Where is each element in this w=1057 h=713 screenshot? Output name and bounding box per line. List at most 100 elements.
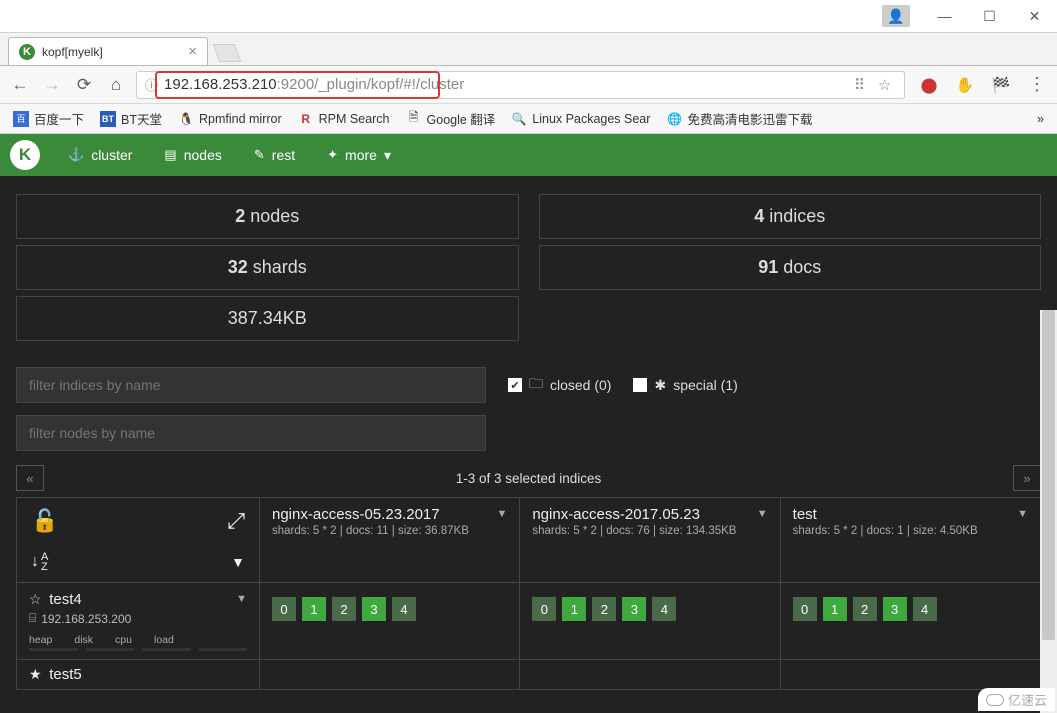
site-info-icon[interactable]: ⓘ bbox=[145, 75, 158, 94]
window-titlebar: 👤 — ☐ ✕ bbox=[0, 0, 1057, 33]
special-checkbox[interactable]: ✱special (1) bbox=[633, 377, 737, 394]
shard-badge[interactable]: 3 bbox=[362, 597, 386, 621]
bookmark-item[interactable]: 🗎Google 翻译 bbox=[401, 107, 501, 130]
minimize-button[interactable]: — bbox=[922, 1, 967, 31]
nav-cluster[interactable]: ⚓cluster bbox=[54, 139, 146, 171]
index-header[interactable]: nginx-access-05.23.2017 shards: 5 * 2 | … bbox=[260, 497, 520, 583]
pager-next-button[interactable]: » bbox=[1013, 465, 1041, 491]
shard-badge[interactable]: 1 bbox=[562, 597, 586, 621]
shard-badge[interactable]: 3 bbox=[883, 597, 907, 621]
grid-header-row: 🔓 ⤢ ↓AZ ▼ nginx-access-05.23.2017 shards… bbox=[16, 497, 1041, 583]
bookmark-item[interactable]: 🔍Linux Packages Sear bbox=[506, 109, 655, 129]
chevron-down-icon[interactable]: ▼ bbox=[496, 508, 507, 520]
stat-indices: 4 indices bbox=[539, 194, 1042, 239]
tab-strip: K kopf[myelk] × bbox=[0, 33, 1057, 66]
forward-button[interactable]: → bbox=[40, 73, 64, 97]
shard-badge[interactable]: 4 bbox=[913, 597, 937, 621]
reload-button[interactable]: ⟳ bbox=[72, 73, 96, 97]
shard-badge[interactable]: 4 bbox=[652, 597, 676, 621]
filter-indices-input[interactable] bbox=[16, 367, 486, 403]
chevron-down-icon[interactable]: ▼ bbox=[1017, 508, 1028, 520]
shards-cell bbox=[520, 660, 780, 690]
shard-badge[interactable]: 1 bbox=[823, 597, 847, 621]
pager-prev-button[interactable]: « bbox=[16, 465, 44, 491]
shard-badge[interactable]: 1 bbox=[302, 597, 326, 621]
browser-menu-icon[interactable]: ⋮ bbox=[1025, 73, 1049, 97]
stats-right: 4 indices 91 docs bbox=[539, 194, 1042, 341]
back-button[interactable]: ← bbox=[8, 73, 32, 97]
new-tab-button[interactable] bbox=[213, 44, 242, 62]
app-root: K ⚓cluster ▤nodes ✎rest ✦more ▾ 2 nodes … bbox=[0, 134, 1057, 713]
scrollbar-thumb[interactable] bbox=[1042, 310, 1055, 640]
more-icon: ✦ bbox=[327, 147, 338, 163]
extension-icon-3[interactable]: 🏁 bbox=[989, 73, 1013, 97]
shard-badge[interactable]: 2 bbox=[332, 597, 356, 621]
shard-badge[interactable]: 0 bbox=[272, 597, 296, 621]
shard-badge[interactable]: 2 bbox=[853, 597, 877, 621]
node-cell[interactable]: ★ test5 bbox=[16, 660, 260, 690]
extension-icon-2[interactable]: ✋ bbox=[953, 73, 977, 97]
node-cell[interactable]: ☆ test4 ▼ ⌸192.168.253.200 heap disk cpu… bbox=[16, 583, 260, 660]
stat-docs: 91 docs bbox=[539, 245, 1042, 290]
watermark: 亿速云 bbox=[978, 688, 1055, 711]
rest-icon: ✎ bbox=[254, 147, 265, 163]
translate-icon[interactable]: ⠿ bbox=[854, 76, 872, 94]
chevron-down-icon[interactable]: ▼ bbox=[757, 508, 768, 520]
shard-badge[interactable]: 0 bbox=[532, 597, 556, 621]
stat-shards: 32 shards bbox=[16, 245, 519, 290]
grid-controls-cell: 🔓 ⤢ ↓AZ ▼ bbox=[16, 497, 260, 583]
cloud-icon bbox=[986, 694, 1004, 706]
tab-title: kopf[myelk] bbox=[42, 45, 103, 59]
browser-tab[interactable]: K kopf[myelk] × bbox=[8, 37, 208, 65]
stat-size: 387.34KB bbox=[16, 296, 519, 341]
bookmark-star-icon[interactable]: ☆ bbox=[878, 76, 896, 94]
pager: « 1-3 of 3 selected indices » bbox=[0, 465, 1057, 497]
bookmark-item[interactable]: BTBT天堂 bbox=[95, 107, 167, 130]
bookmarks-bar: 百百度一下 BTBT天堂 🐧Rpmfind mirror RRPM Search… bbox=[0, 104, 1057, 134]
star-icon[interactable]: ☆ bbox=[29, 591, 42, 607]
shards-cell: 01234 bbox=[520, 583, 780, 660]
chevron-down-icon: ▾ bbox=[384, 147, 391, 164]
shard-badge[interactable]: 4 bbox=[392, 597, 416, 621]
checkbox-empty-icon bbox=[633, 378, 647, 392]
star-filled-icon[interactable]: ★ bbox=[29, 666, 42, 682]
nav-rest[interactable]: ✎rest bbox=[240, 139, 309, 171]
filter-nodes-input[interactable] bbox=[16, 415, 486, 451]
shard-badge[interactable]: 2 bbox=[592, 597, 616, 621]
home-button[interactable]: ⌂ bbox=[104, 73, 128, 97]
node-row: ☆ test4 ▼ ⌸192.168.253.200 heap disk cpu… bbox=[16, 583, 1041, 660]
index-header[interactable]: test shards: 5 * 2 | docs: 1 | size: 4.5… bbox=[781, 497, 1041, 583]
sort-az-icon[interactable]: ↓AZ bbox=[31, 552, 48, 572]
url-host: 192.168.253.210 bbox=[164, 76, 277, 93]
bookmarks-overflow-icon[interactable]: » bbox=[1032, 110, 1049, 128]
close-button[interactable]: ✕ bbox=[1012, 1, 1057, 31]
tab-close-icon[interactable]: × bbox=[188, 43, 197, 60]
maximize-button[interactable]: ☐ bbox=[967, 1, 1012, 31]
pager-label: 1-3 of 3 selected indices bbox=[44, 471, 1013, 486]
dropdown-caret-icon[interactable]: ▼ bbox=[231, 554, 245, 570]
shard-badge[interactable]: 3 bbox=[622, 597, 646, 621]
closed-checkbox[interactable]: ✔🗀closed (0) bbox=[508, 373, 611, 397]
chevron-down-icon[interactable]: ▼ bbox=[236, 593, 247, 605]
extension-icon-1[interactable]: ⬤ bbox=[917, 73, 941, 97]
index-header[interactable]: nginx-access-2017.05.23 shards: 5 * 2 | … bbox=[520, 497, 780, 583]
app-logo-icon[interactable]: K bbox=[10, 140, 40, 170]
folder-icon: 🗀 bbox=[529, 373, 543, 397]
scrollbar[interactable] bbox=[1040, 310, 1057, 713]
bookmark-item[interactable]: 百百度一下 bbox=[8, 107, 89, 130]
bookmark-item[interactable]: RRPM Search bbox=[293, 109, 395, 129]
shards-cell bbox=[781, 660, 1041, 690]
app-navbar: K ⚓cluster ▤nodes ✎rest ✦more ▾ bbox=[0, 134, 1057, 176]
url-path: :9200/_plugin/kopf/#!/cluster bbox=[277, 76, 465, 93]
nav-more[interactable]: ✦more ▾ bbox=[313, 139, 405, 172]
expand-icon[interactable]: ⤢ bbox=[227, 508, 245, 534]
cluster-icon: ⚓ bbox=[68, 147, 84, 163]
bookmark-item[interactable]: 🌐免费高清电影迅雷下载 bbox=[661, 107, 817, 130]
omnibox[interactable]: ⓘ 192.168.253.210:9200/_plugin/kopf/#!/c… bbox=[136, 71, 905, 99]
bookmark-item[interactable]: 🐧Rpmfind mirror bbox=[173, 109, 287, 129]
nav-nodes[interactable]: ▤nodes bbox=[150, 139, 235, 171]
user-icon[interactable]: 👤 bbox=[882, 5, 910, 27]
unlock-icon[interactable]: 🔓 bbox=[31, 508, 58, 534]
node-row: ★ test5 bbox=[16, 660, 1041, 690]
shard-badge[interactable]: 0 bbox=[793, 597, 817, 621]
